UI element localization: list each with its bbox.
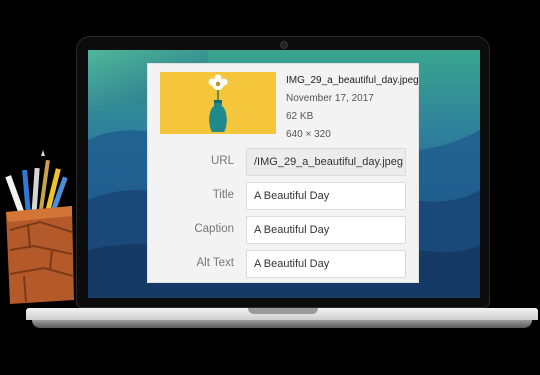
laptop-base-bottom xyxy=(32,320,532,328)
alt-text-field[interactable]: A Beautiful Day xyxy=(246,250,406,278)
laptop-camera-icon xyxy=(280,41,288,49)
attachment-dimensions: 640 × 320 xyxy=(286,129,331,140)
attachment-date: November 17, 2017 xyxy=(286,93,374,104)
attachment-meta: IMG_29_a_beautiful_day.jpeg November 17,… xyxy=(286,72,419,144)
flower-vase-image xyxy=(160,72,276,134)
title-label: Title xyxy=(212,189,234,201)
laptop-base-notch xyxy=(248,308,318,314)
attachment-details-panel: IMG_29_a_beautiful_day.jpeg November 17,… xyxy=(147,63,419,283)
attachment-filename: IMG_29_a_beautiful_day.jpeg xyxy=(286,75,419,86)
caption-field[interactable]: A Beautiful Day xyxy=(246,216,406,244)
alt-text-label: Alt Text xyxy=(196,257,235,269)
laptop-base xyxy=(26,308,538,330)
url-label: URL xyxy=(210,155,234,167)
caption-label: Caption xyxy=(194,223,234,235)
attachment-thumbnail[interactable] xyxy=(160,72,276,134)
pencil-cup-illustration xyxy=(0,150,80,310)
attachment-filesize: 62 KB xyxy=(286,111,314,122)
stage: IMG_29_a_beautiful_day.jpeg November 17,… xyxy=(0,0,540,375)
url-field[interactable]: /IMG_29_a_beautiful_day.jpeg xyxy=(246,148,406,176)
title-field[interactable]: A Beautiful Day xyxy=(246,182,406,210)
